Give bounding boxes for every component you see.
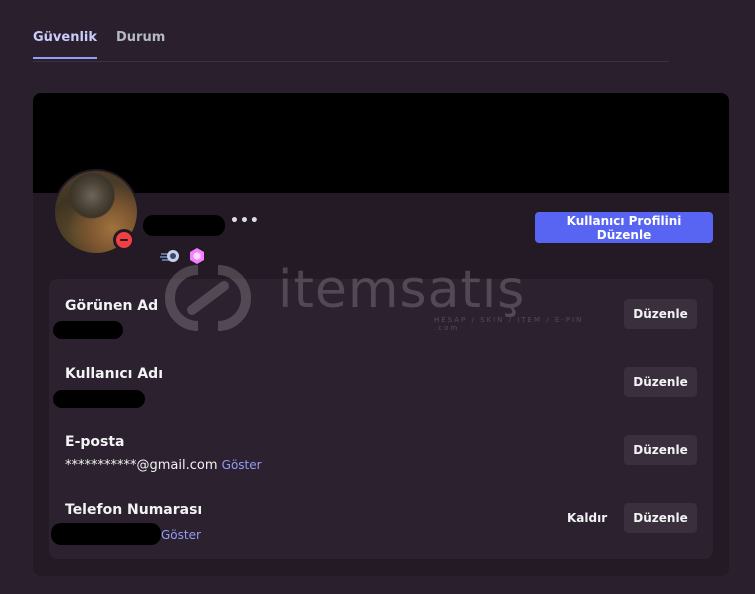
boost-badge-icon[interactable] xyxy=(188,247,206,265)
do-not-disturb-icon xyxy=(116,232,132,248)
account-row-username: Kullanıcı Adı Düzenle xyxy=(49,347,713,415)
reveal-email-link[interactable]: Göster xyxy=(222,458,262,472)
display-name-redacted xyxy=(53,321,123,339)
tab-security[interactable]: Güvenlik xyxy=(33,30,98,59)
edit-email-button[interactable]: Düzenle xyxy=(624,435,697,465)
settings-tabs: Güvenlik Durum xyxy=(33,30,669,62)
profile-banner xyxy=(33,93,729,193)
edit-username-button[interactable]: Düzenle xyxy=(624,367,697,397)
row-label: Telefon Numarası xyxy=(65,502,203,518)
edit-phone-button[interactable]: Düzenle xyxy=(624,503,697,533)
account-info-panel: Görünen Ad Düzenle Kullanıcı Adı Düzenle… xyxy=(49,279,713,559)
email-text: ***********@gmail.com xyxy=(65,458,218,473)
more-horizontal-icon[interactable]: ••• xyxy=(230,213,260,229)
username-value-redacted xyxy=(53,390,145,408)
account-row-display-name: Görünen Ad Düzenle xyxy=(49,279,713,347)
email-value: ***********@gmail.com Göster xyxy=(65,458,262,473)
status-indicator xyxy=(113,229,135,251)
reveal-phone-link[interactable]: Göster xyxy=(161,528,201,542)
avatar[interactable] xyxy=(53,169,139,255)
account-row-email: E-posta ***********@gmail.com Göster Düz… xyxy=(49,415,713,483)
username-redacted xyxy=(143,215,225,236)
row-label: Görünen Ad xyxy=(65,298,159,314)
account-row-phone: Telefon Numarası Göster Kaldır Düzenle xyxy=(49,483,713,551)
edit-display-name-button[interactable]: Düzenle xyxy=(624,299,697,329)
edit-user-profile-button[interactable]: Kullanıcı Profilini Düzenle xyxy=(535,212,713,243)
row-label: Kullanıcı Adı xyxy=(65,366,164,382)
account-card: ••• Kullanıcı Profilini Düzenle Görünen … xyxy=(33,93,729,576)
phone-value-redacted xyxy=(51,523,161,545)
remove-phone-button[interactable]: Kaldır xyxy=(561,503,611,533)
nitro-badge-icon[interactable] xyxy=(160,248,180,264)
row-label: E-posta xyxy=(65,434,125,450)
tab-status[interactable]: Durum xyxy=(116,30,165,57)
